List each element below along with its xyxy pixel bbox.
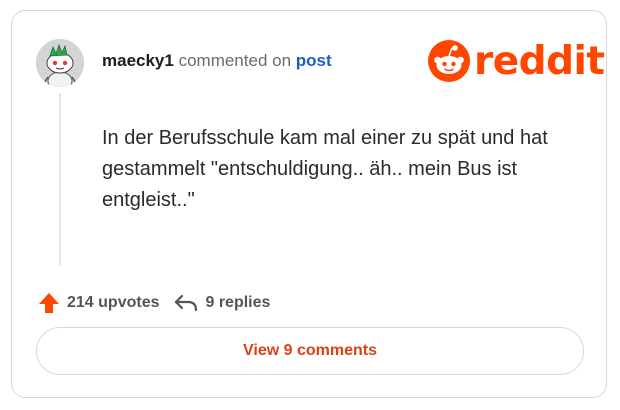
avatar[interactable] xyxy=(36,39,84,87)
comment-card: maecky1 commented on post reddit In der … xyxy=(11,10,607,398)
reddit-snoo-logo-icon xyxy=(428,40,470,82)
view-comments-button[interactable]: View 9 comments xyxy=(36,327,584,375)
comment-header: maecky1 commented on post xyxy=(102,51,332,71)
thread-line xyxy=(59,93,61,265)
upvote-arrow-icon[interactable] xyxy=(38,292,60,314)
reply-count[interactable]: 9 replies xyxy=(205,294,270,312)
snoo-avatar-icon xyxy=(36,39,84,87)
comment-text: In der Berufsschule kam mal einer zu spä… xyxy=(102,127,548,211)
action-bar: 214 upvotes 9 replies xyxy=(38,292,270,314)
reddit-logo[interactable]: reddit xyxy=(428,37,605,85)
reddit-wordmark: reddit xyxy=(474,38,605,84)
upvote-count: 214 upvotes xyxy=(67,294,160,311)
reply-arrow-icon[interactable] xyxy=(173,293,199,313)
action-text: commented on xyxy=(178,51,292,70)
post-link[interactable]: post xyxy=(296,51,332,70)
username-link[interactable]: maecky1 xyxy=(102,51,174,70)
